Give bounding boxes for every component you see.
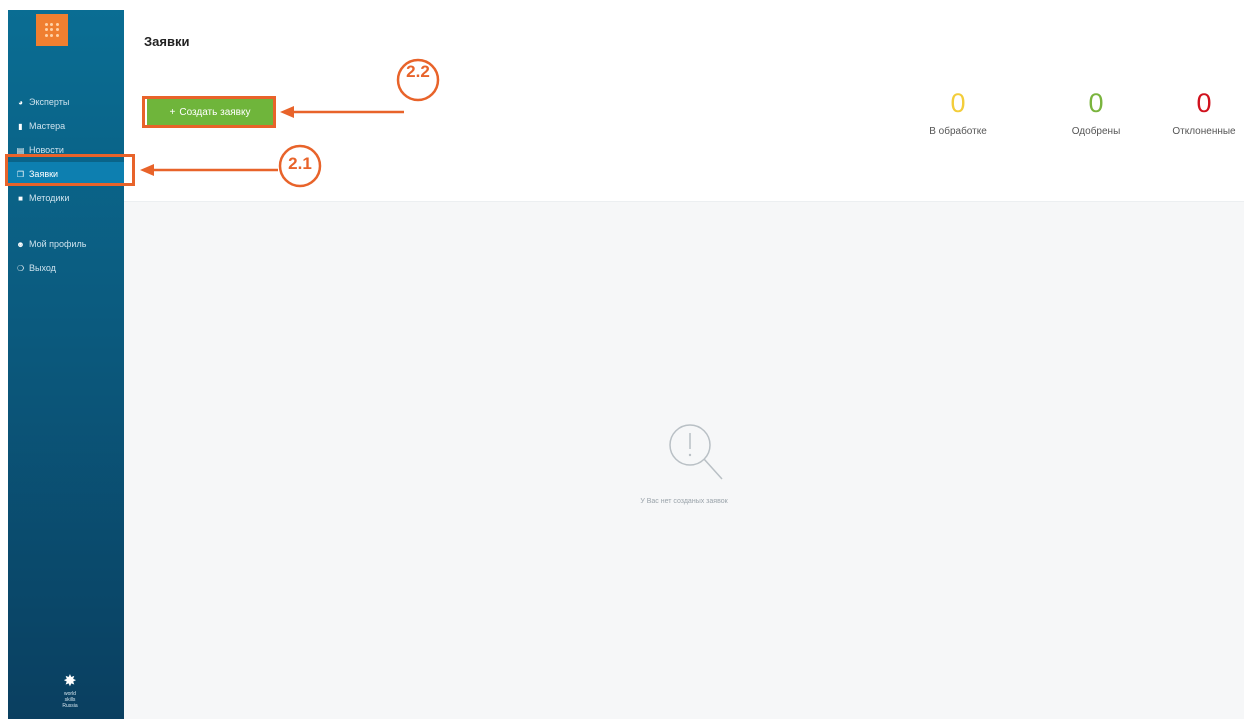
worldskills-logo: ✸ world skills Russia	[50, 673, 90, 709]
app-logo[interactable]	[36, 14, 68, 46]
chart-icon: ▮	[18, 121, 23, 131]
stat-approved: 0 Одобрены	[1051, 88, 1141, 137]
grid-icon	[45, 23, 59, 37]
power-icon: ❍	[16, 263, 25, 273]
globe-icon: ◕	[18, 97, 23, 107]
sidebar: ◕ Эксперты ▮ Мастера ▤ Новости ❒ Заявки …	[8, 10, 124, 719]
stat-processing-label: В обработке	[929, 126, 987, 137]
stat-processing-value: 0	[950, 88, 966, 118]
book-icon: ■	[18, 193, 23, 203]
sidebar-item-profile[interactable]: ☻ Мой профиль	[8, 232, 124, 256]
sidebar-item-label: Методики	[29, 193, 70, 203]
annotation-label-2-1: 2.1	[288, 154, 312, 173]
sidebar-item-label: Мой профиль	[29, 239, 87, 249]
empty-search-icon	[669, 424, 723, 480]
user-icon: ☻	[16, 239, 25, 249]
worldskills-icon: ✸	[63, 673, 77, 690]
stat-processing: 0 В обработке	[913, 88, 1003, 137]
sidebar-item-masters[interactable]: ▮ Мастера	[8, 114, 124, 138]
sidebar-item-label: Выход	[29, 263, 56, 273]
stat-rejected: 0 Отклоненные	[1159, 88, 1244, 137]
stat-approved-label: Одобрены	[1071, 126, 1121, 137]
annotation-label-2-2: 2.2	[406, 62, 430, 81]
sidebar-item-experts[interactable]: ◕ Эксперты	[8, 90, 124, 114]
annotation-box-create-button	[142, 96, 276, 128]
sidebar-item-logout[interactable]: ❍ Выход	[8, 256, 124, 280]
sidebar-item-label: Эксперты	[29, 97, 70, 107]
sidebar-item-label: Мастера	[29, 121, 66, 131]
stat-approved-value: 0	[1088, 88, 1104, 118]
sidebar-item-methods[interactable]: ■ Методики	[8, 186, 124, 210]
stat-rejected-label: Отклоненные	[1172, 126, 1236, 137]
empty-state-text: У Вас нет созданых заявок	[640, 498, 728, 505]
page-title: Заявки	[144, 34, 190, 49]
nav-divider	[8, 210, 124, 232]
annotation-box-applications	[5, 154, 135, 186]
content-area: У Вас нет созданых заявок	[124, 202, 1244, 719]
stat-rejected-value: 0	[1196, 88, 1212, 118]
